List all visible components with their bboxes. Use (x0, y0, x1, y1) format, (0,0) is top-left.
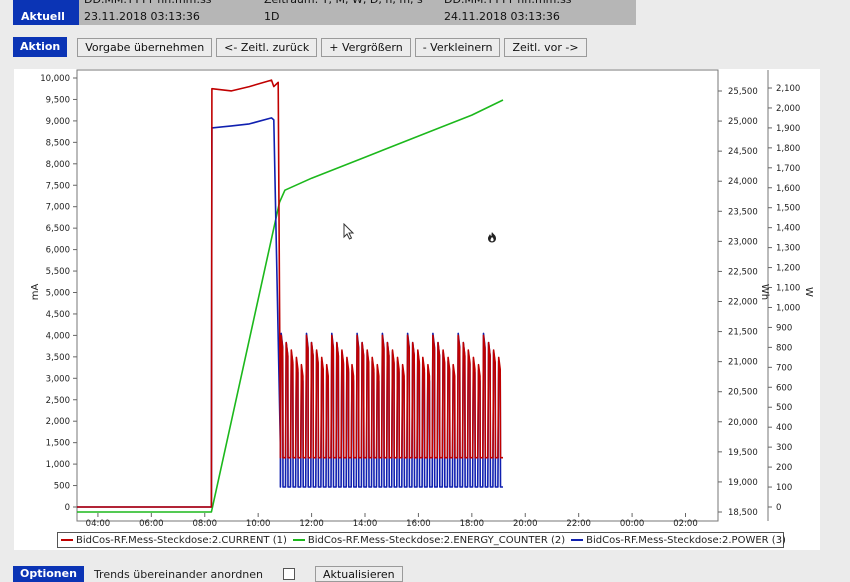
x-axis-tick-label: 22:00 (566, 519, 591, 529)
right-axis-tick-label: 1,000 (776, 303, 800, 313)
middle-axis-tick-label: 20,000 (728, 418, 758, 428)
x-axis-tick-label: 02:00 (673, 519, 698, 529)
middle-axis-tick-label: 24,500 (728, 147, 758, 157)
refresh-button[interactable]: Aktualisieren (315, 566, 403, 582)
right-axis-tick-label: 600 (776, 383, 792, 393)
chart-legend: BidCos-RF.Mess-Steckdose:2.CURRENT (1) B… (57, 532, 786, 548)
left-axis-tick-label: 0 (65, 503, 70, 513)
middle-axis-tick-label: 21,500 (728, 328, 758, 338)
legend-swatch-energy (292, 539, 305, 541)
flame-icon (488, 232, 496, 243)
middle-axis-label: Wh (759, 284, 770, 300)
left-axis-tick-label: 3,500 (46, 353, 70, 363)
right-axis-tick-label: 1,600 (776, 184, 800, 194)
legend-label-current: BidCos-RF.Mess-Steckdose:2.CURRENT (1) (76, 534, 287, 546)
right-axis-tick-label: 100 (776, 483, 792, 493)
left-axis-tick-label: 500 (54, 482, 70, 492)
middle-axis-tick-label: 19,000 (728, 478, 758, 488)
left-axis-tick-label: 8,000 (46, 160, 70, 170)
stack-trends-label: Trends übereinander anordnen (93, 567, 264, 581)
x-axis-tick-label: 20:00 (513, 519, 538, 529)
left-axis-tick-label: 3,000 (46, 374, 70, 384)
legend-item-energy[interactable]: BidCos-RF.Mess-Steckdose:2.ENERGY_COUNTE… (292, 534, 566, 546)
right-axis-tick-label: 1,300 (776, 244, 800, 254)
left-axis-tick-label: 6,000 (46, 246, 70, 256)
left-axis-tick-label: 1,500 (46, 439, 70, 449)
middle-axis-tick-label: 23,000 (728, 237, 758, 247)
right-axis-label: W (803, 287, 814, 297)
right-axis-tick-label: 900 (776, 323, 792, 333)
right-axis-tick-label: 1,400 (776, 224, 800, 234)
middle-axis-tick-label: 22,000 (728, 298, 758, 308)
left-axis-tick-label: 7,000 (46, 203, 70, 213)
left-axis-tick-label: 1,000 (46, 460, 70, 470)
middle-axis-tick-label: 21,000 (728, 358, 758, 368)
left-axis-tick-label: 2,500 (46, 396, 70, 406)
x-axis-tick-label: 04:00 (86, 519, 111, 529)
right-axis-tick-label: 300 (776, 443, 792, 453)
right-axis-tick-label: 1,800 (776, 144, 800, 154)
left-axis-tick-label: 6,500 (46, 224, 70, 234)
middle-axis-tick-label: 18,500 (728, 508, 758, 518)
x-axis-tick-label: 16:00 (406, 519, 431, 529)
options-tag: Optionen (13, 566, 84, 582)
options-bar: Optionen Trends übereinander anordnen Ak… (13, 566, 403, 582)
middle-axis-tick-label: 24,000 (728, 177, 758, 187)
legend-item-current[interactable]: BidCos-RF.Mess-Steckdose:2.CURRENT (1) (61, 535, 287, 546)
left-axis-tick-label: 9,000 (46, 117, 70, 127)
left-axis-tick-label: 7,500 (46, 181, 70, 191)
legend-swatch-power (571, 539, 584, 541)
stack-trends-checkbox[interactable] (283, 568, 296, 580)
middle-axis-tick-label: 25,500 (728, 87, 758, 97)
trend-chart[interactable]: 0 500 1,000 1,500 2,000 2,500 3,000 3,500 4,000 4… (0, 0, 850, 578)
right-axis-tick-label: 1,900 (776, 124, 800, 134)
right-axis-tick-label: 1,200 (776, 264, 800, 274)
right-axis-tick-label: 700 (776, 363, 792, 373)
x-axis-tick-label: 12:00 (299, 519, 324, 529)
left-axis-tick-label: 2,000 (46, 417, 70, 427)
x-axis-tick-label: 10:00 (246, 519, 271, 529)
right-axis-tick-label: 800 (776, 343, 792, 353)
middle-axis-tick-label: 19,500 (728, 448, 758, 458)
legend-item-power[interactable]: BidCos-RF.Mess-Steckdose:2.POWER (3) (571, 535, 786, 546)
left-axis-tick-label: 8,500 (46, 138, 70, 148)
middle-axis-tick-label: 20,500 (728, 388, 758, 398)
left-axis-tick-label: 10,000 (40, 74, 70, 84)
middle-axis-tick-label: 25,000 (728, 117, 758, 127)
x-axis-tick-label: 08:00 (193, 519, 218, 529)
left-axis-label: mA (30, 284, 41, 301)
right-axis-tick-label: 1,700 (776, 164, 800, 174)
left-axis-tick-label: 4,000 (46, 331, 70, 341)
right-axis-tick-label: 2,100 (776, 84, 800, 94)
x-axis-tick-label: 18:00 (460, 519, 485, 529)
series-current-line (77, 79, 503, 508)
right-axis-tick-label: 2,000 (776, 104, 800, 114)
right-axis-tick-label: 400 (776, 423, 792, 433)
legend-swatch-current (61, 539, 73, 541)
right-axis-tick-label: 0 (776, 503, 781, 513)
legend-label-energy: BidCos-RF.Mess-Steckdose:2.ENERGY_COUNTE… (307, 534, 566, 546)
left-axis-tick-label: 5,000 (46, 289, 70, 299)
mouse-cursor-icon (343, 223, 355, 240)
left-axis-tick-label: 4,500 (46, 310, 70, 320)
left-axis-tick-label: 5,500 (46, 267, 70, 277)
x-axis-tick-label: 06:00 (139, 519, 164, 529)
legend-label-power: BidCos-RF.Mess-Steckdose:2.POWER (3) (586, 534, 786, 546)
x-axis-tick-label: 00:00 (620, 519, 645, 529)
right-axis-tick-label: 200 (776, 463, 792, 473)
x-axis-tick-label: 14:00 (353, 519, 378, 529)
right-axis-tick-label: 1,500 (776, 204, 800, 214)
right-axis-tick-label: 500 (776, 403, 792, 413)
right-axis-tick-label: 1,100 (776, 284, 800, 294)
left-axis-tick-label: 9,500 (46, 95, 70, 105)
middle-axis-tick-label: 22,500 (728, 267, 758, 277)
middle-axis-tick-label: 23,500 (728, 207, 758, 217)
